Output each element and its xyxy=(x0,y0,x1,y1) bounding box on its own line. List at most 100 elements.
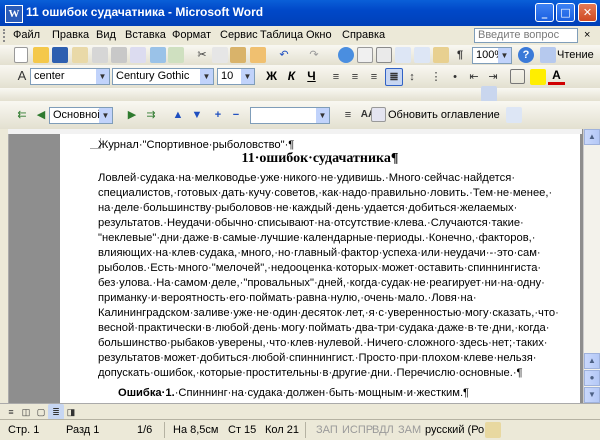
print-preview-icon[interactable] xyxy=(130,47,146,63)
reading-view-icon[interactable]: ◨ xyxy=(63,404,79,420)
status-extend[interactable]: ВДЛ xyxy=(372,424,394,436)
format-painter-icon[interactable] xyxy=(250,47,266,63)
line-spacing-icon[interactable]: ↕ xyxy=(404,69,420,85)
show-hide-icon[interactable]: ¶ xyxy=(452,47,468,63)
demote-icon[interactable]: ▶ xyxy=(124,107,140,123)
cut-icon[interactable]: ✂ xyxy=(194,47,210,63)
reading-button[interactable]: Чтение xyxy=(557,49,594,61)
menu-view[interactable]: Вид xyxy=(96,29,116,41)
style-select[interactable]: center ▼ xyxy=(30,68,110,85)
move-up-icon[interactable]: ▲ xyxy=(170,107,186,123)
menu-bar: Файл Правка Вид Вставка Формат Сервис Та… xyxy=(0,26,600,45)
numbering-icon[interactable]: ⋮ xyxy=(428,69,444,85)
paste-icon[interactable] xyxy=(230,47,246,63)
update-toc-button[interactable]: Обновить оглавление xyxy=(388,109,500,121)
highlight-icon[interactable] xyxy=(530,69,546,85)
browse-object-icon[interactable]: ● xyxy=(584,370,600,386)
italic-button[interactable]: К xyxy=(283,68,300,85)
go-to-toc-icon[interactable] xyxy=(506,107,522,123)
body-line: допускать·ошибок,·которые·простительны·в… xyxy=(98,367,523,379)
hyperlink-icon[interactable] xyxy=(338,47,354,63)
outline-view-icon[interactable]: ≣ xyxy=(48,404,64,420)
toolbar-grip[interactable] xyxy=(3,29,8,42)
word-app-icon[interactable]: W xyxy=(5,5,23,23)
web-view-icon[interactable]: ◫ xyxy=(18,404,34,420)
first-line-only-icon[interactable]: ≡ xyxy=(340,107,356,123)
styles-pane-icon[interactable]: A xyxy=(14,68,30,84)
collapse-icon[interactable]: − xyxy=(228,107,244,123)
save-icon[interactable] xyxy=(52,47,68,63)
menu-edit[interactable]: Правка xyxy=(52,29,89,41)
font-size-select[interactable]: 10 ▼ xyxy=(217,68,255,85)
underline-button[interactable]: Ч xyxy=(303,68,320,85)
menu-format[interactable]: Формат xyxy=(172,29,211,41)
undo-icon[interactable]: ↶ xyxy=(276,47,292,63)
status-overtype[interactable]: ЗАМ xyxy=(398,424,421,436)
menu-file[interactable]: Файл xyxy=(13,29,40,41)
zoom-select[interactable]: 100% ▼ xyxy=(472,47,512,64)
status-track-changes[interactable]: ИСПР xyxy=(342,424,373,436)
document-page[interactable]: Журнал·"Спортивное·рыболовство"·¶ 11·оши… xyxy=(60,134,580,403)
menu-window[interactable]: Окно xyxy=(306,29,332,41)
status-rec[interactable]: ЗАП xyxy=(316,424,338,436)
align-left-icon[interactable]: ≡ xyxy=(328,69,344,85)
bold-button[interactable]: Ж xyxy=(263,68,280,85)
spelling-status-icon[interactable] xyxy=(485,422,501,438)
error-heading: Ошибка·1.·Спиннинг·на·судака·должен·быть… xyxy=(118,387,580,399)
formatting-toolbar: A center ▼ Century Gothic ▼ 10 ▼ Ж К Ч ≡… xyxy=(0,65,600,89)
copy-icon[interactable] xyxy=(212,47,228,63)
status-language[interactable]: русский (Ро xyxy=(425,424,484,436)
insert-table-icon[interactable] xyxy=(376,47,392,63)
promote-heading-icon[interactable]: ⇇ xyxy=(14,107,30,123)
demote-to-body-icon[interactable]: ⇉ xyxy=(143,107,159,123)
open-folder-icon[interactable] xyxy=(33,47,49,63)
close-document-icon[interactable]: × xyxy=(584,29,590,41)
vertical-scrollbar[interactable]: ▲ ▲ ● ▼ xyxy=(583,129,600,403)
horizontal-scrollbar[interactable]: ≡ ◫ ▢ ≣ ◨ xyxy=(0,403,600,420)
close-button[interactable]: ✕ xyxy=(578,3,597,22)
menu-help[interactable]: Справка xyxy=(342,29,385,41)
menu-table[interactable]: Таблица xyxy=(260,29,303,41)
redo-icon[interactable]: ↷ xyxy=(306,47,322,63)
outline-level-select[interactable]: Основной текст ▼ xyxy=(49,107,113,124)
align-right-icon[interactable]: ≡ xyxy=(366,69,382,85)
help-icon[interactable]: ? xyxy=(518,47,534,63)
borders-icon[interactable] xyxy=(510,69,525,84)
research-icon[interactable] xyxy=(168,47,184,63)
error-text: ·Спиннинг·на·судака·должен·быть·мощным·и… xyxy=(174,387,470,399)
bullets-icon[interactable]: • xyxy=(447,69,463,85)
permission-icon[interactable] xyxy=(72,47,88,63)
move-down-icon[interactable]: ▼ xyxy=(189,107,205,123)
spelling-icon[interactable] xyxy=(150,47,166,63)
new-document-icon[interactable] xyxy=(14,47,28,63)
normal-view-icon[interactable]: ≡ xyxy=(3,404,19,420)
justify-icon[interactable]: ≣ xyxy=(385,68,403,86)
font-color-button[interactable]: A xyxy=(548,68,565,85)
menu-tools[interactable]: Сервис xyxy=(220,29,258,41)
promote-icon[interactable]: ◀ xyxy=(33,107,49,123)
ask-question-input[interactable]: Введите вопрос xyxy=(474,28,578,43)
insert-excel-icon[interactable] xyxy=(395,47,411,63)
tables-borders-icon[interactable] xyxy=(357,47,373,63)
status-separator xyxy=(164,422,165,438)
increase-indent-icon[interactable]: ⇥ xyxy=(485,69,501,85)
decrease-indent-icon[interactable]: ⇤ xyxy=(466,69,482,85)
email-icon[interactable] xyxy=(92,47,108,63)
print-layout-icon[interactable]: ▢ xyxy=(33,404,49,420)
align-center-icon[interactable]: ≡ xyxy=(347,69,363,85)
columns-icon[interactable] xyxy=(414,47,430,63)
document-map-icon[interactable] xyxy=(481,86,497,102)
next-page-icon[interactable]: ▼ xyxy=(584,387,600,403)
minimize-button[interactable]: _ xyxy=(535,3,554,22)
show-level-select[interactable]: ▼ xyxy=(250,107,330,124)
previous-page-icon[interactable]: ▲ xyxy=(584,353,600,369)
update-toc-icon[interactable] xyxy=(371,107,386,122)
print-icon[interactable] xyxy=(111,47,127,63)
maximize-button[interactable]: □ xyxy=(556,3,575,22)
font-select[interactable]: Century Gothic ▼ xyxy=(112,68,214,85)
status-section: Разд 1 xyxy=(66,424,100,436)
expand-icon[interactable]: + xyxy=(210,107,226,123)
menu-insert[interactable]: Вставка xyxy=(125,29,166,41)
read-icon[interactable] xyxy=(540,47,556,63)
drawing-icon[interactable] xyxy=(433,47,449,63)
